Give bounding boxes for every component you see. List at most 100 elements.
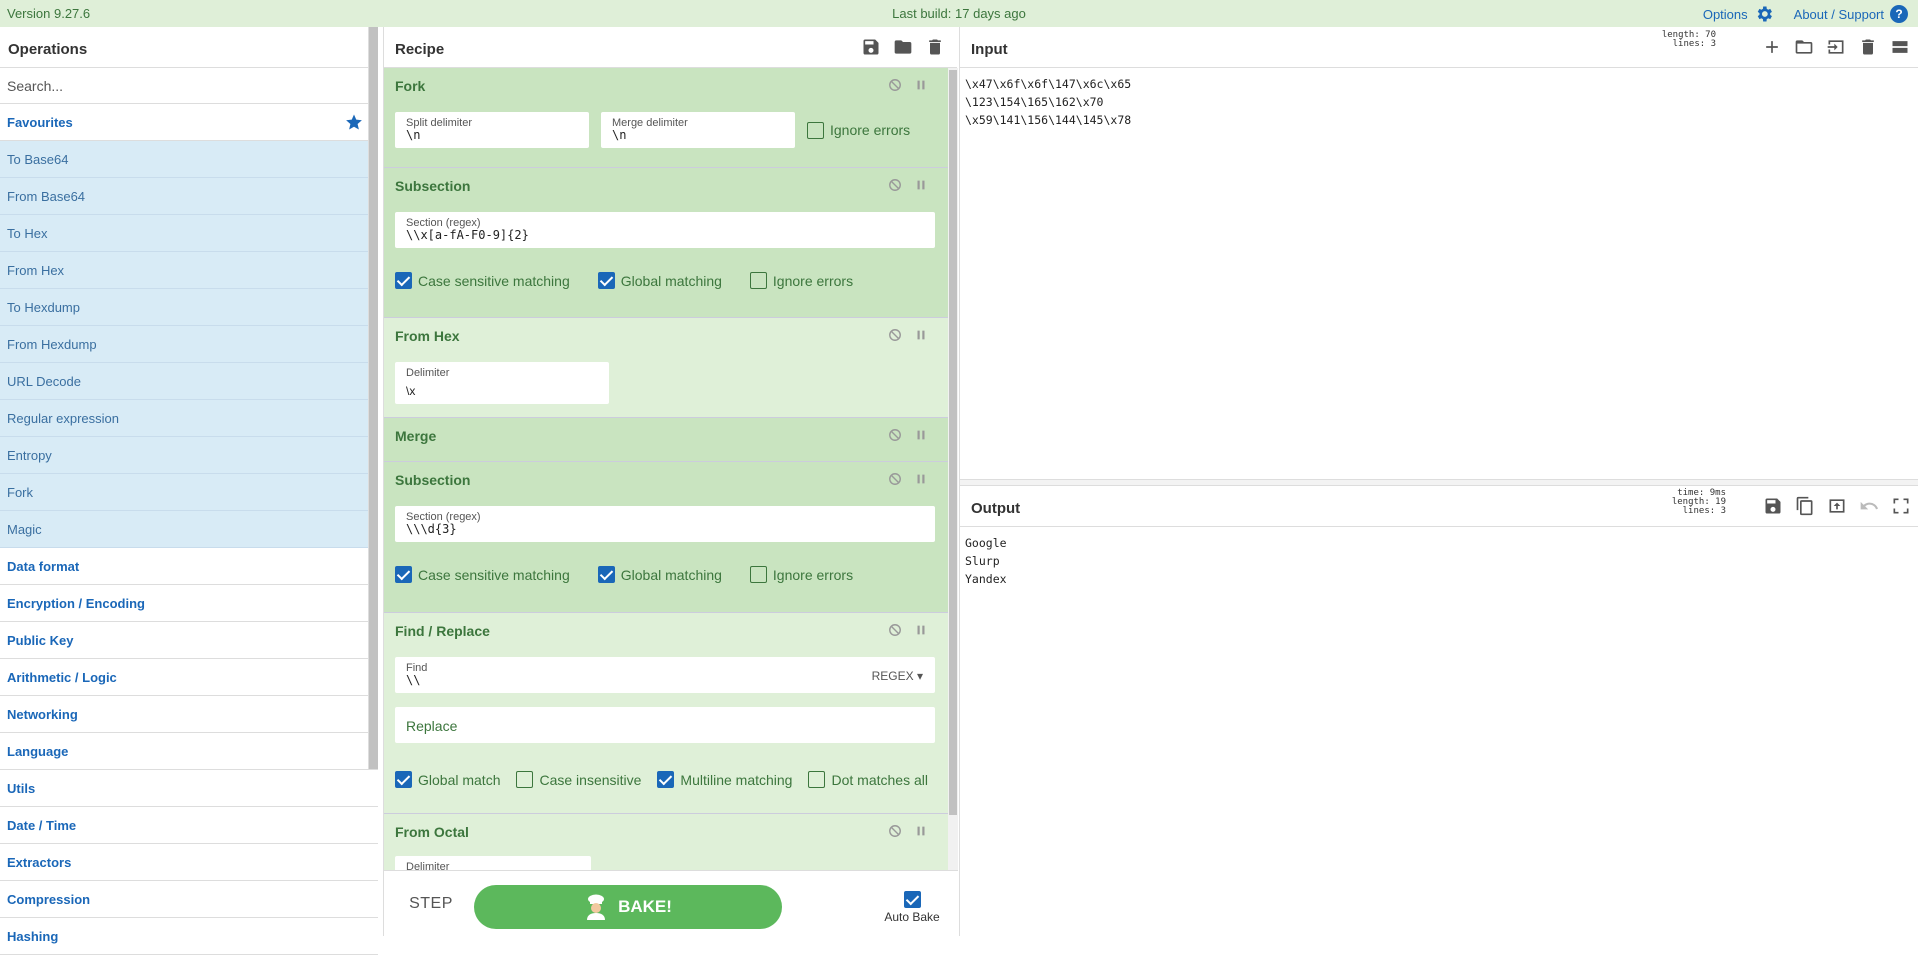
save-icon[interactable] xyxy=(1763,496,1783,516)
checkbox-box[interactable] xyxy=(807,121,824,139)
disable-icon[interactable] xyxy=(888,472,902,486)
operation-item[interactable]: Magic xyxy=(0,511,378,548)
layout-icon[interactable] xyxy=(1890,37,1910,57)
category-item[interactable]: Data format xyxy=(0,548,378,585)
folder-icon[interactable] xyxy=(1794,37,1814,57)
delimiter-field[interactable]: Delimiter \x xyxy=(395,362,609,404)
category-item[interactable]: Extractors xyxy=(0,844,378,881)
ignore-errors-checkbox[interactable]: Ignore errors xyxy=(749,272,853,289)
plus-icon[interactable] xyxy=(1762,37,1782,57)
recipe-scrollbar[interactable] xyxy=(948,68,958,870)
options-link[interactable]: Options xyxy=(1703,7,1748,22)
category-item[interactable]: Networking xyxy=(0,696,378,733)
checkbox-box[interactable] xyxy=(395,771,412,788)
step-button[interactable]: STEP xyxy=(405,886,457,922)
operation-item[interactable]: To Hex xyxy=(0,215,378,252)
pause-icon[interactable] xyxy=(914,623,928,637)
ignore-errors-checkbox[interactable]: Ignore errors xyxy=(807,121,910,139)
checkbox-box[interactable] xyxy=(657,771,675,788)
help-icon[interactable]: ? xyxy=(1890,5,1908,23)
category-item[interactable]: Encryption / Encoding xyxy=(0,585,378,622)
recipe-step-fork[interactable]: Fork Split delimiter \n Merge delimiter … xyxy=(384,68,948,168)
disable-icon[interactable] xyxy=(888,328,902,342)
operations-scrollbar[interactable] xyxy=(368,27,378,769)
bake-button[interactable]: BAKE! xyxy=(474,885,782,929)
operations-search-input[interactable] xyxy=(0,68,370,104)
case-sensitive-checkbox[interactable]: Case sensitive matching xyxy=(395,566,570,583)
recipe-step-from-octal[interactable]: From Octal Delimiter xyxy=(384,814,948,870)
trash-icon[interactable] xyxy=(925,37,945,57)
pause-icon[interactable] xyxy=(914,178,928,192)
recipe-step-from-hex[interactable]: From Hex Delimiter \x xyxy=(384,318,948,418)
pause-icon[interactable] xyxy=(914,428,928,442)
delimiter-field[interactable]: Delimiter xyxy=(395,856,591,870)
global-matching-checkbox[interactable]: Global matching xyxy=(597,566,722,583)
multiline-checkbox[interactable]: Multiline matching xyxy=(657,771,792,788)
checkbox-box[interactable] xyxy=(749,272,767,289)
checkbox-box[interactable] xyxy=(903,891,921,908)
maximise-icon[interactable] xyxy=(1891,496,1911,516)
category-item[interactable]: Hashing xyxy=(0,918,378,955)
checkbox-box[interactable] xyxy=(597,566,615,583)
case-sensitive-checkbox[interactable]: Case sensitive matching xyxy=(395,272,570,289)
category-item[interactable]: Public Key xyxy=(0,622,378,659)
operation-item[interactable]: To Hexdump xyxy=(0,289,378,326)
move-to-input-icon[interactable] xyxy=(1827,496,1847,516)
pause-icon[interactable] xyxy=(914,824,928,838)
case-insensitive-checkbox[interactable]: Case insensitive xyxy=(516,771,641,788)
disable-icon[interactable] xyxy=(888,428,902,442)
checkbox-box[interactable] xyxy=(516,771,534,788)
operation-item[interactable]: From Base64 xyxy=(0,178,378,215)
disable-icon[interactable] xyxy=(888,623,902,637)
operation-item[interactable]: Regular expression xyxy=(0,400,378,437)
checkbox-box[interactable] xyxy=(395,272,412,289)
category-item[interactable]: Compression xyxy=(0,881,378,918)
operation-item[interactable]: Fork xyxy=(0,474,378,511)
disable-icon[interactable] xyxy=(888,178,902,192)
input-textarea[interactable]: \x47\x6f\x6f\147\x6c\x65 \123\154\165\16… xyxy=(960,68,1918,136)
recipe-step-subsection[interactable]: Subsection Section (regex) \\\d{3} Case … xyxy=(384,462,948,613)
dot-matches-all-checkbox[interactable]: Dot matches all xyxy=(808,771,928,788)
recipe-step-subsection[interactable]: Subsection Section (regex) \\x[a-fA-F0-9… xyxy=(384,168,948,318)
folder-icon[interactable] xyxy=(893,37,913,57)
disable-icon[interactable] xyxy=(888,824,902,838)
checkbox-box[interactable] xyxy=(395,566,412,583)
find-field[interactable]: Find \\ REGEX ▾ xyxy=(395,657,935,693)
merge-delimiter-field[interactable]: Merge delimiter \n xyxy=(601,112,795,148)
operation-item[interactable]: Entropy xyxy=(0,437,378,474)
checkbox-box[interactable] xyxy=(808,771,826,788)
star-icon[interactable] xyxy=(345,113,363,131)
category-favourites[interactable]: Favourites xyxy=(0,104,378,141)
global-match-checkbox[interactable]: Global match xyxy=(395,771,500,788)
global-matching-checkbox[interactable]: Global matching xyxy=(597,272,722,289)
output-textarea[interactable]: Google Slurp Yandex xyxy=(960,527,1918,595)
section-regex-field[interactable]: Section (regex) \\\d{3} xyxy=(395,506,935,542)
disable-icon[interactable] xyxy=(888,78,902,92)
split-delimiter-field[interactable]: Split delimiter \n xyxy=(395,112,589,148)
category-item[interactable]: Language xyxy=(0,733,378,770)
checkbox-box[interactable] xyxy=(749,566,767,583)
replace-field[interactable]: Replace xyxy=(395,707,935,743)
pause-icon[interactable] xyxy=(914,328,928,342)
section-regex-field[interactable]: Section (regex) \\x[a-fA-F0-9]{2} xyxy=(395,212,935,248)
scrollbar-thumb[interactable] xyxy=(949,70,957,815)
operation-item[interactable]: From Hex xyxy=(0,252,378,289)
io-divider[interactable] xyxy=(960,479,1918,486)
operation-item[interactable]: To Base64 xyxy=(0,141,378,178)
ignore-errors-checkbox[interactable]: Ignore errors xyxy=(749,566,853,583)
recipe-step-merge[interactable]: Merge xyxy=(384,418,948,462)
save-icon[interactable] xyxy=(861,37,881,57)
category-item[interactable]: Date / Time xyxy=(0,807,378,844)
import-icon[interactable] xyxy=(1826,37,1846,57)
copy-icon[interactable] xyxy=(1795,496,1815,516)
category-item[interactable]: Arithmetic / Logic xyxy=(0,659,378,696)
category-item[interactable]: Utils xyxy=(0,770,378,807)
trash-icon[interactable] xyxy=(1858,37,1878,57)
gear-icon[interactable] xyxy=(1754,4,1774,24)
operation-item[interactable]: URL Decode xyxy=(0,363,378,400)
regex-dropdown[interactable]: REGEX ▾ xyxy=(872,669,923,683)
checkbox-box[interactable] xyxy=(597,272,615,289)
operation-item[interactable]: From Hexdump xyxy=(0,326,378,363)
pause-icon[interactable] xyxy=(914,78,928,92)
about-support-link[interactable]: About / Support xyxy=(1794,7,1884,22)
